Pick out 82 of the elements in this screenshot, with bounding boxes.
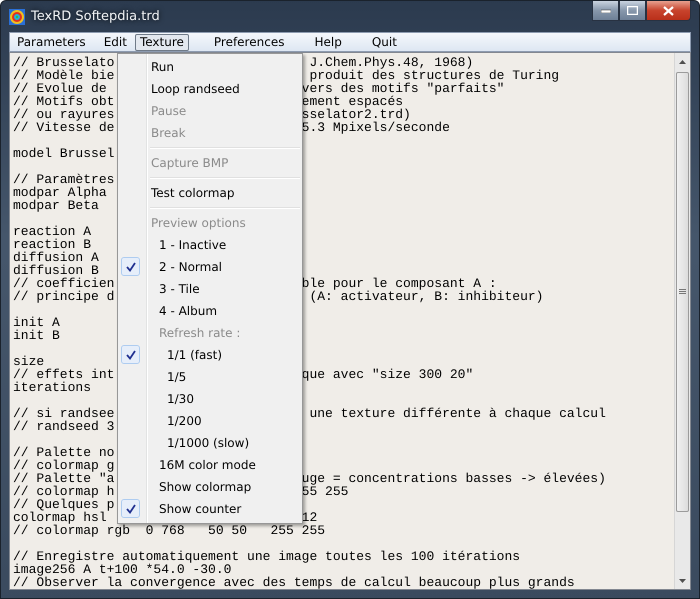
code-line-fragment: vers des motifs "parfaits" [302, 82, 504, 95]
code-line: // effets int [13, 367, 114, 382]
minimize-icon [600, 8, 610, 12]
code-line-fragment: (A: activateur, B: inhibiteur) [308, 290, 544, 303]
menu-item[interactable]: 1/1000 (slow) [167, 436, 250, 450]
menu-item[interactable]: 2 - Normal [159, 260, 222, 274]
code-line-fragment: une texture différente à chaque calcul [308, 407, 606, 420]
code-line: // colormap g [13, 458, 114, 473]
minimize-button[interactable] [592, 1, 619, 21]
code-line: // colormap rgb 0 768 50 50 255 255 [13, 523, 326, 538]
code-line-fragment: 12 [302, 511, 318, 524]
code-line: diffusion B [13, 263, 99, 278]
code-line: // Brusselato [13, 55, 114, 70]
code-line: // Paramètres [13, 172, 114, 187]
code-line: // randseed 3 [13, 419, 114, 434]
code-line: // Quelques p [13, 497, 114, 512]
code-line: // coefficien [13, 276, 114, 291]
code-line-fragment: J.Chem.Phys.48, 1968) [308, 56, 474, 69]
code-line: // si randsee [13, 406, 114, 421]
app-icon [9, 8, 25, 24]
code-line: init A [13, 315, 60, 330]
code-line: reaction A [13, 224, 92, 239]
menu-item[interactable]: 1/1 (fast) [167, 348, 222, 362]
code-line: // colormap h [13, 484, 114, 499]
menu-title[interactable]: Preferences [208, 34, 290, 50]
scroll-down-icon[interactable] [679, 578, 686, 582]
code-line: reaction B [13, 237, 92, 252]
code-line: colormap hsl [13, 510, 107, 525]
code-line: image256 A t+100 *54.0 -30.0 [13, 562, 232, 577]
menu-title[interactable]: Parameters [12, 34, 91, 50]
code-line-fragment: 5.3 Mpixels/seconde [302, 121, 450, 134]
scroll-up-icon[interactable] [679, 60, 686, 64]
menu-item[interactable]: Test colormap [151, 186, 234, 200]
menu-title[interactable]: Texture [134, 34, 189, 50]
menu-title[interactable]: Help [309, 34, 347, 50]
menu-item[interactable]: 16M color mode [159, 458, 256, 472]
code-line: diffusion A [13, 250, 99, 265]
menu-item[interactable]: Loop randseed [151, 82, 240, 96]
menu-item[interactable]: 1/200 [167, 414, 202, 428]
code-line-fragment: 55 255 [302, 485, 348, 498]
grip-icon [679, 289, 686, 295]
vertical-scrollbar[interactable] [674, 53, 690, 589]
code-line: size [13, 354, 44, 369]
menu-item[interactable]: 4 - Album [159, 304, 218, 318]
code-line: init B [13, 328, 60, 343]
menu-item[interactable]: Show colormap [159, 480, 252, 494]
code-line: // Modèle bie [13, 68, 114, 83]
menu-item[interactable]: 1/5 [167, 370, 186, 384]
code-line: // Palette no [13, 445, 114, 460]
window-title: TexRD Softepdia.trd [31, 9, 160, 24]
menu-item[interactable]: Show counter [159, 502, 242, 516]
code-line-fragment: produit des structures de Turing [308, 69, 560, 82]
code-line-fragment: que avec "size 300 20" [302, 368, 474, 381]
menu-title[interactable]: Edit [98, 34, 132, 50]
code-line: model Brussel [13, 146, 114, 161]
maximize-icon [627, 6, 638, 15]
menu-item[interactable]: 1/30 [167, 392, 194, 406]
code-line-fragment: ement espacés [302, 95, 404, 108]
code-line: // Observer la convergence avec des temps de calcul beaucoup plus grands [13, 575, 575, 589]
code-line: // Motifs obt [13, 94, 114, 109]
code-line: // Vitesse de [13, 120, 114, 135]
code-line: // Palette "a [13, 471, 114, 486]
code-line: iterations [13, 380, 92, 395]
scroll-thumb[interactable] [676, 72, 689, 512]
menu-section-header: Preview options [151, 216, 246, 230]
menu-item[interactable]: Run [151, 60, 174, 74]
menu-section-header: Refresh rate : [159, 326, 240, 340]
code-line: // principe d [13, 289, 114, 304]
code-line: modpar Beta [13, 198, 99, 213]
code-line-fragment: ble pour le composant A : [302, 277, 497, 290]
code-line-fragment: sselator2.trd) [302, 108, 411, 121]
code-line-fragment: uge = concentrations basses -> élevées) [302, 472, 606, 485]
close-button[interactable] [646, 1, 691, 21]
code-line: modpar Alpha [13, 185, 107, 200]
code-line: // Enregistre automatiquement une image toutes les 100 itérations [13, 549, 520, 564]
code-line: // Evolue de [13, 81, 107, 96]
code-line: // ou rayures [13, 107, 114, 122]
menu-title[interactable]: Quit [366, 34, 402, 50]
close-icon [663, 6, 674, 16]
menu-item[interactable]: 1 - Inactive [159, 238, 226, 252]
maximize-button[interactable] [619, 1, 646, 21]
menu-item[interactable]: 3 - Tile [159, 282, 200, 296]
